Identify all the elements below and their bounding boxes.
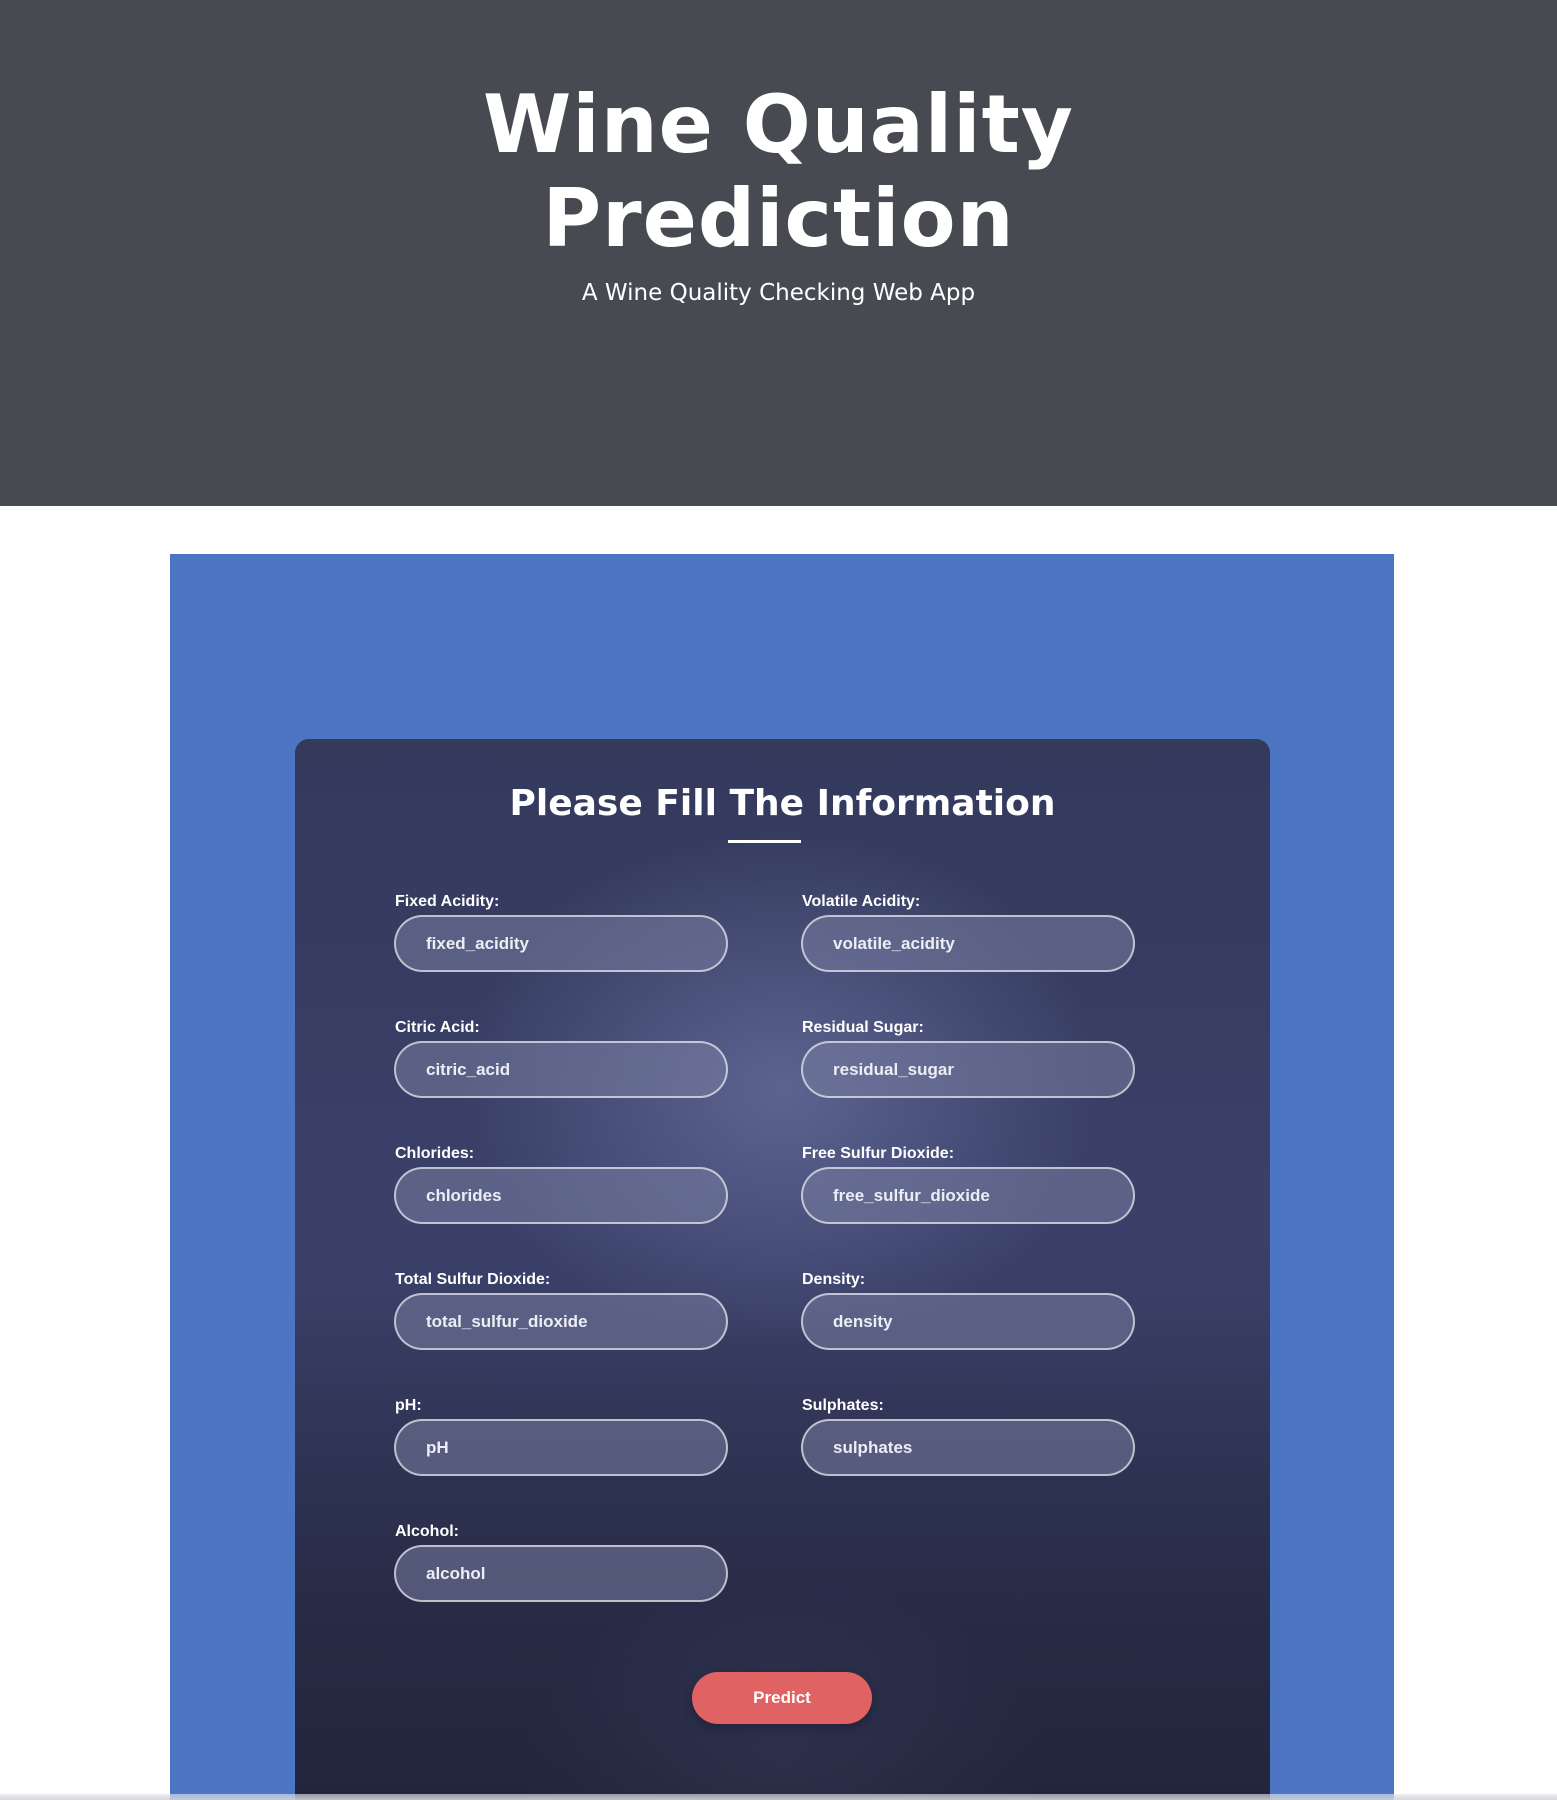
- ph-label: pH:: [395, 1397, 422, 1414]
- chlorides-input[interactable]: [394, 1167, 728, 1224]
- fixed-acidity-label: Fixed Acidity:: [395, 893, 500, 910]
- fixed-acidity-input[interactable]: [394, 915, 728, 972]
- residual-sugar-input[interactable]: [801, 1041, 1135, 1098]
- field-sulphates: Sulphates:: [801, 1396, 1135, 1476]
- free-sulfur-dioxide-input[interactable]: [801, 1167, 1135, 1224]
- form-title: Please Fill The Information: [509, 783, 1056, 824]
- volatile-acidity-input[interactable]: [801, 915, 1135, 972]
- sulphates-input[interactable]: [801, 1419, 1135, 1476]
- page-bottom-edge: [0, 1794, 1557, 1800]
- density-label: Density:: [802, 1271, 866, 1288]
- field-total-sulfur-dioxide: Total Sulfur Dioxide:: [394, 1270, 728, 1350]
- density-input[interactable]: [801, 1293, 1135, 1350]
- title-underline: [728, 840, 801, 843]
- page-subtitle: A Wine Quality Checking Web App: [581, 280, 976, 306]
- page-title-line-2: Prediction: [542, 172, 1015, 265]
- volatile-acidity-label: Volatile Acidity:: [802, 893, 921, 910]
- hero-header: Wine Quality Prediction A Wine Quality C…: [0, 0, 1557, 506]
- page-title: Wine Quality Prediction: [0, 78, 1557, 266]
- field-citric-acid: Citric Acid:: [394, 1018, 728, 1098]
- prediction-form: Please Fill The Information Fixed Acidit…: [295, 739, 1270, 1800]
- alcohol-label: Alcohol:: [395, 1523, 459, 1540]
- alcohol-input[interactable]: [394, 1545, 728, 1602]
- predict-button[interactable]: Predict: [692, 1672, 872, 1724]
- field-alcohol: Alcohol:: [394, 1522, 728, 1602]
- field-volatile-acidity: Volatile Acidity:: [801, 892, 1135, 972]
- field-chlorides: Chlorides:: [394, 1144, 728, 1224]
- chlorides-label: Chlorides:: [395, 1145, 475, 1162]
- sulphates-label: Sulphates:: [802, 1397, 884, 1414]
- citric-acid-label: Citric Acid:: [395, 1019, 480, 1036]
- residual-sugar-label: Residual Sugar:: [802, 1019, 924, 1036]
- ph-input[interactable]: [394, 1419, 728, 1476]
- field-ph: pH:: [394, 1396, 728, 1476]
- total-sulfur-dioxide-input[interactable]: [394, 1293, 728, 1350]
- field-fixed-acidity: Fixed Acidity:: [394, 892, 728, 972]
- free-sulfur-dioxide-label: Free Sulfur Dioxide:: [802, 1145, 955, 1162]
- field-residual-sugar: Residual Sugar:: [801, 1018, 1135, 1098]
- field-density: Density:: [801, 1270, 1135, 1350]
- page-title-line-1: Wine Quality: [483, 78, 1074, 171]
- total-sulfur-dioxide-label: Total Sulfur Dioxide:: [395, 1271, 551, 1288]
- field-free-sulfur-dioxide: Free Sulfur Dioxide:: [801, 1144, 1135, 1224]
- citric-acid-input[interactable]: [394, 1041, 728, 1098]
